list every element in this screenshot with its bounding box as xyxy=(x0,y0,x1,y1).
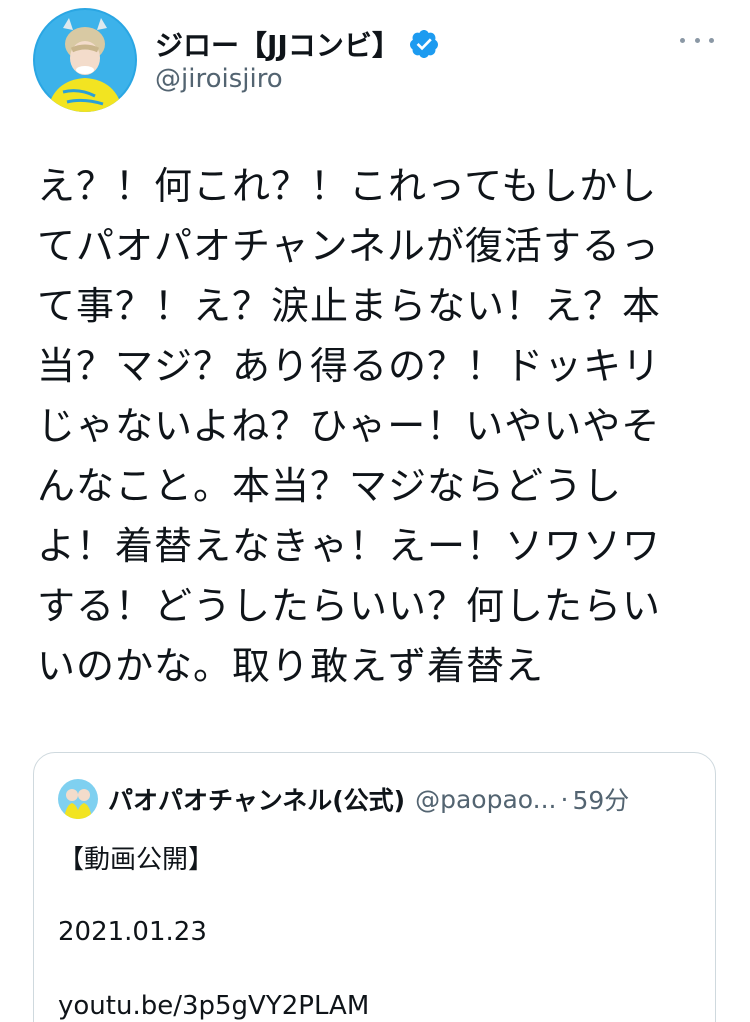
author-name-row[interactable]: ジロー【JJコンビ】 xyxy=(155,24,440,64)
quoted-line-2: 2021.01.23 xyxy=(58,917,207,947)
quoted-timestamp: 59分 xyxy=(572,786,630,815)
quoted-line-3: youtu.be/3p5gVY2PLAM xyxy=(58,991,370,1021)
author-handle[interactable]: @jiroisjiro xyxy=(155,64,283,94)
tweet-detail: ジロー【JJコンビ】 @jiroisjiro え？！何これ？！これってもしかし … xyxy=(0,0,750,1022)
quoted-tweet-header: パオパオチャンネル(公式) @paopao... · 59分 xyxy=(58,779,629,819)
quoted-separator: · xyxy=(560,784,569,814)
quoted-tweet-card[interactable]: パオパオチャンネル(公式) @paopao... · 59分 【動画公開】 20… xyxy=(33,752,716,1022)
tweet-header: ジロー【JJコンビ】 @jiroisjiro xyxy=(0,0,750,120)
quoted-avatar-image xyxy=(58,779,98,819)
avatar-image xyxy=(33,8,137,112)
tweet-body-text: え？！何これ？！これってもしかし てパオパオチャンネルが復活するっ て事？！え？… xyxy=(37,164,662,688)
profile-avatar[interactable] xyxy=(33,8,137,112)
quoted-line-1: 【動画公開】 xyxy=(58,845,215,875)
more-horizontal-icon[interactable] xyxy=(680,28,714,52)
verified-badge-icon xyxy=(409,30,438,58)
quoted-author-name: パオパオチャンネル(公式) xyxy=(108,786,406,815)
quoted-author-avatar xyxy=(58,779,98,819)
author-display-name: ジロー【JJコンビ】 xyxy=(155,29,400,62)
quoted-author-handle: @paopao... xyxy=(415,784,557,814)
